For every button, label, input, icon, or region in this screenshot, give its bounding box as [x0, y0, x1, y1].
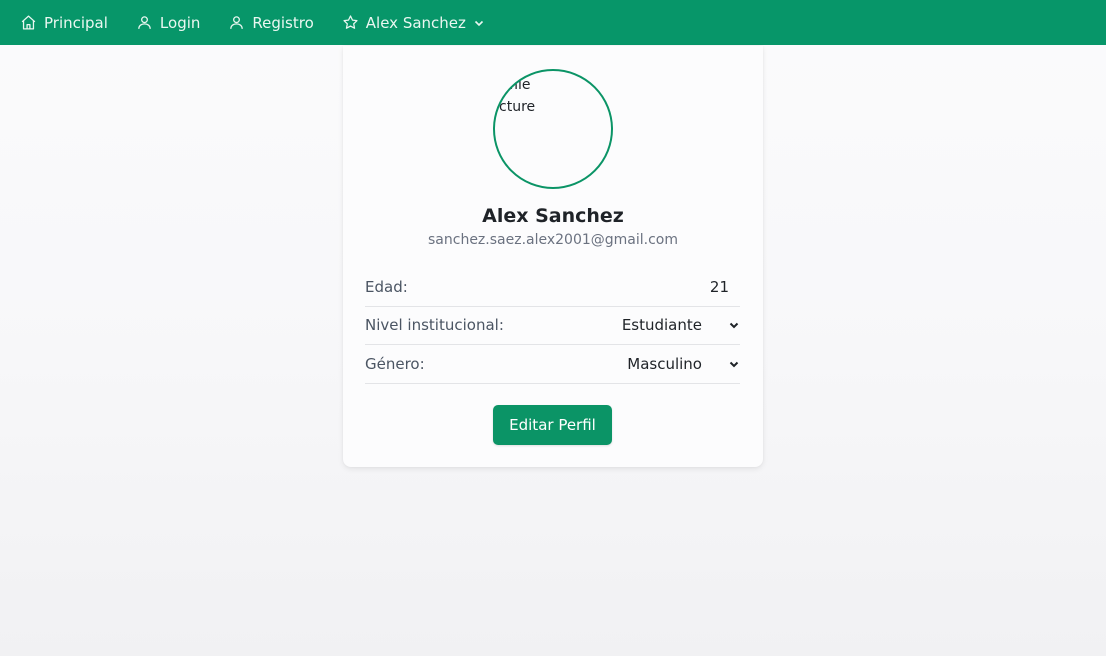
level-label: Nivel institucional: — [365, 316, 504, 335]
user-icon — [136, 14, 153, 31]
nav-registro-label: Registro — [252, 13, 314, 32]
user-icon — [228, 14, 245, 31]
level-select[interactable]: Estudiante — [622, 316, 740, 334]
nav-principal-label: Principal — [44, 13, 108, 32]
avatar-alt-text: Profile Picture — [495, 77, 536, 115]
gender-select[interactable]: Masculino — [627, 355, 740, 373]
nav-registro[interactable]: Registro — [228, 13, 314, 32]
profile-card: Profile Picture Alex Sanchez sanchez.sae… — [343, 46, 763, 467]
star-icon — [342, 14, 359, 31]
edit-profile-button[interactable]: Editar Perfil — [493, 405, 612, 445]
age-label: Edad: — [365, 277, 408, 296]
gender-label: Género: — [365, 354, 425, 373]
level-select-value: Estudiante — [621, 316, 702, 335]
nav-user-menu-label: Alex Sanchez — [365, 13, 466, 32]
chevron-down-icon — [728, 358, 740, 370]
field-row-gender: Género: Masculino — [365, 345, 740, 384]
nav-user-menu[interactable]: Alex Sanchez — [342, 14, 485, 32]
nav-login-label: Login — [159, 13, 201, 32]
gender-select-value: Masculino — [627, 354, 702, 373]
nav-login[interactable]: Login — [136, 14, 200, 32]
nav-principal[interactable]: Principal — [20, 14, 108, 32]
chevron-down-icon — [728, 319, 740, 331]
age-value: 21 — [709, 277, 729, 296]
field-row-level: Nivel institucional: Estudiante — [365, 307, 740, 345]
profile-name: Alex Sanchez — [482, 205, 624, 227]
top-navbar: Principal Login Registro Alex Sanchez — [0, 0, 1106, 45]
profile-fields: Edad: 21 Nivel institucional: Estudiante… — [365, 268, 740, 384]
field-row-age: Edad: 21 — [365, 268, 740, 307]
chevron-down-icon — [473, 17, 485, 29]
home-icon — [20, 14, 37, 31]
profile-email: sanchez.saez.alex2001@gmail.com — [428, 232, 678, 248]
avatar: Profile Picture — [493, 69, 613, 189]
